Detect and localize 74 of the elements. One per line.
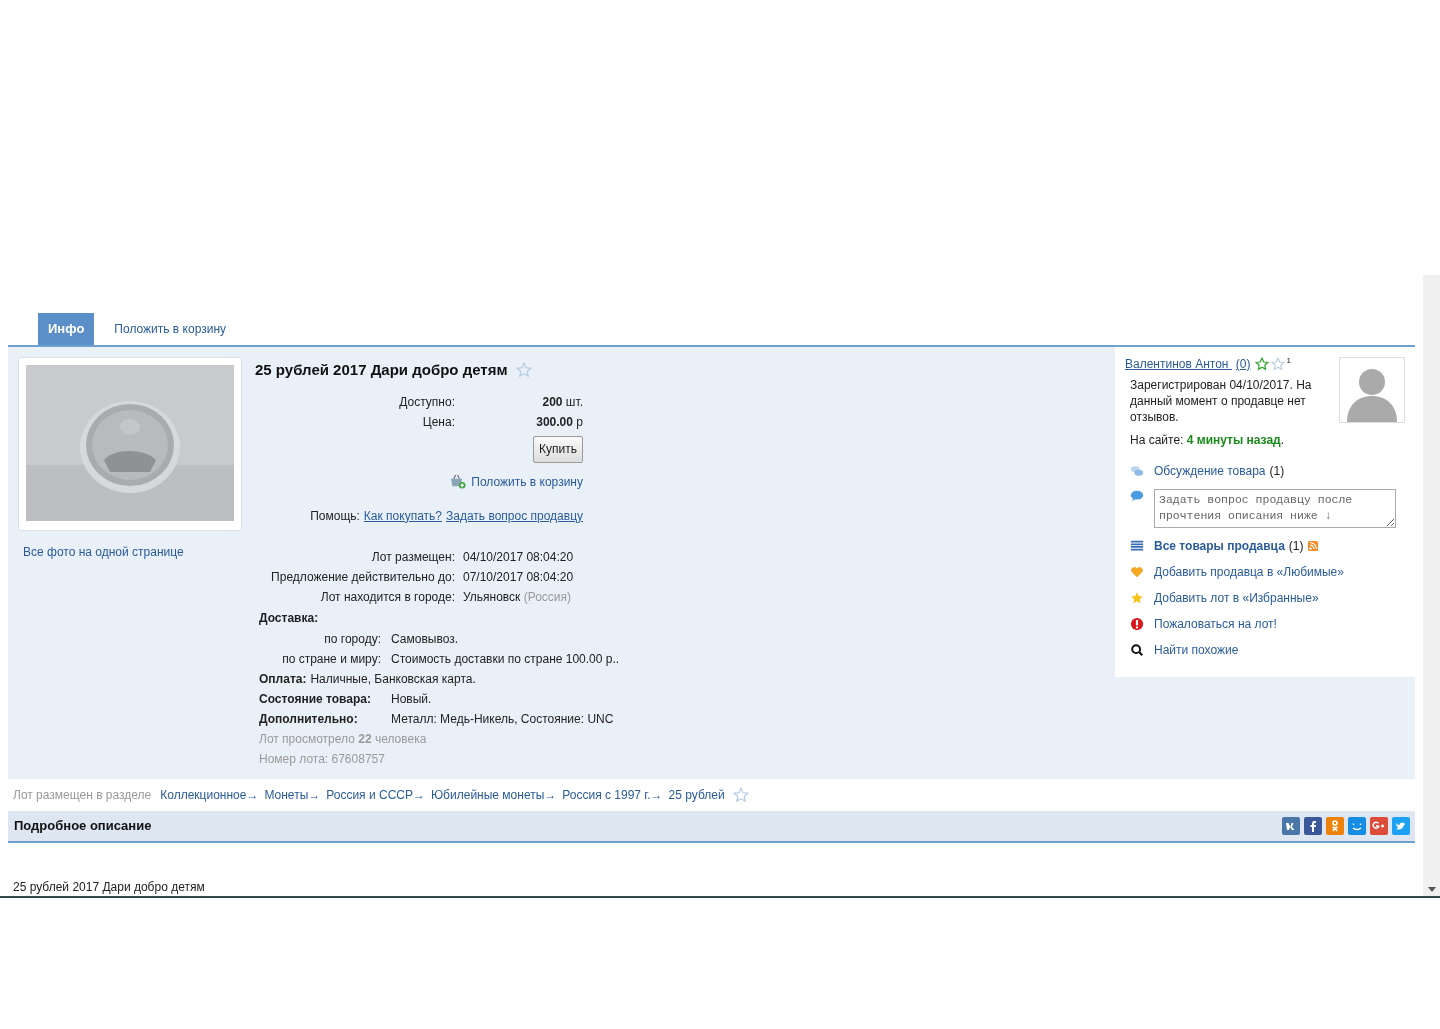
help-link[interactable]: Задать вопрос продавцу [446, 506, 583, 525]
field-label: Состояние товара: [259, 690, 372, 708]
list-icon [1130, 539, 1144, 553]
seller-rating[interactable]: (0) [1235, 355, 1251, 373]
field-value: Ульяновск (Россия) [463, 588, 572, 606]
rss-icon[interactable] [1307, 541, 1318, 551]
field-label: Предложение действительно до: [270, 568, 455, 586]
breadcrumb-link[interactable]: Россия с 1997 г.→ [562, 785, 663, 804]
field-label: по стране и миру: [281, 650, 381, 668]
breadcrumb-link[interactable]: Россия и СССР→ [326, 785, 425, 804]
field-label: Оплата: [259, 670, 307, 688]
share-icon[interactable] [1348, 816, 1366, 835]
help-link[interactable]: Как покупать? [363, 506, 442, 525]
field-value: Самовывоз. [391, 630, 458, 648]
section-heading: Подробное описание [14, 816, 152, 835]
item-count: (1) [1269, 463, 1285, 480]
lot-title: 25 рублей 2017 Дари добро детям [255, 360, 508, 380]
breadcrumb-link[interactable]: Коллекционное→ [160, 785, 259, 804]
speech-bubble-icon [1130, 489, 1144, 503]
field-label: Цена: [421, 413, 455, 431]
seller-star-icon[interactable] [1254, 357, 1269, 371]
field-value: 300.00 р [535, 413, 583, 431]
share-icon[interactable] [1392, 816, 1410, 835]
field-value: Металл: Медь-Никель, Состояние: UNC [391, 710, 614, 728]
buy-button[interactable]: Купить [533, 435, 583, 463]
favorite-star-icon[interactable] [732, 786, 749, 803]
question-field[interactable]: Задать вопрос продавцу после прочтения описания ниже ↓ [1154, 489, 1396, 528]
sidebar-link[interactable]: Пожаловаться на лот! [1154, 615, 1277, 633]
field-label: Дополнительно: [259, 710, 359, 728]
item-count: (1) [1288, 538, 1304, 555]
star-count: 1 [1286, 355, 1291, 367]
sidebar-link[interactable]: Все товары продавца [1154, 537, 1285, 555]
chat-bubbles-icon [1130, 464, 1144, 478]
basket-icon [449, 474, 467, 489]
field-value: 07/10/2017 08:04:20 [463, 568, 574, 586]
section-label: Доставка: [259, 609, 319, 627]
share-icon[interactable] [1282, 816, 1300, 835]
heart-icon [1130, 565, 1144, 579]
search-icon [1130, 643, 1144, 657]
breadcrumb-link[interactable]: 25 рублей [668, 785, 725, 804]
field-value: Новый. [391, 690, 432, 708]
sidebar-link[interactable]: Добавить продавца в «Любимые» [1154, 563, 1344, 581]
sidebar-link[interactable]: Найти похожие [1154, 641, 1239, 659]
caret-down-icon[interactable] [1427, 887, 1436, 892]
add-to-cart-link[interactable]: Положить в корзину [471, 472, 583, 491]
field-label: по городу: [323, 630, 381, 648]
star-icon [1130, 591, 1144, 605]
sidebar-link[interactable]: Добавить лот в «Избранные» [1154, 589, 1319, 607]
scrollbar[interactable] [1423, 275, 1440, 896]
lot-number: Номер лота: 67608757 [258, 750, 386, 768]
all-photos-link[interactable]: Все фото на одной странице [23, 543, 255, 561]
seller-star-icon[interactable] [1270, 357, 1285, 371]
share-icon[interactable] [1370, 816, 1388, 835]
help-label: Помощь: [310, 507, 360, 525]
field-value: 200 шт. [541, 393, 583, 411]
share-icon[interactable] [1304, 816, 1322, 835]
breadcrumb-label: Лот размещен в разделе [13, 786, 152, 804]
field-value: 04/10/2017 08:04:20 [463, 548, 574, 566]
seller-name-link[interactable]: Валентинов Антон [1125, 355, 1232, 373]
breadcrumb-link[interactable]: Монеты→ [264, 785, 321, 804]
favorite-star-icon[interactable] [515, 362, 532, 379]
view-count: Лот просмотрело 22 человека [258, 730, 428, 748]
field-value: Стоимость доставки по стране 100.00 р.. [391, 650, 620, 668]
exclamation-icon [1130, 617, 1144, 631]
description-text: 25 рублей 2017 Дари добро детям [13, 878, 206, 896]
sidebar-link[interactable]: Обсуждение товара [1154, 462, 1266, 480]
breadcrumb-link[interactable]: Юбилейные монеты→ [431, 785, 557, 804]
field-label: Лот размещен: [370, 548, 455, 566]
field-label: Доступно: [398, 393, 455, 411]
field-label: Лот находится в городе: [319, 588, 455, 606]
field-value: Наличные, Банковская карта. [310, 670, 476, 688]
tab[interactable]: Положить в корзину [98, 313, 242, 345]
online-status: На сайте: 4 минуты назад. [1129, 432, 1286, 449]
registration-text: Зарегистрирован 04/10/2017. На данный момент о продавце нет отзывов. [1129, 377, 1313, 425]
